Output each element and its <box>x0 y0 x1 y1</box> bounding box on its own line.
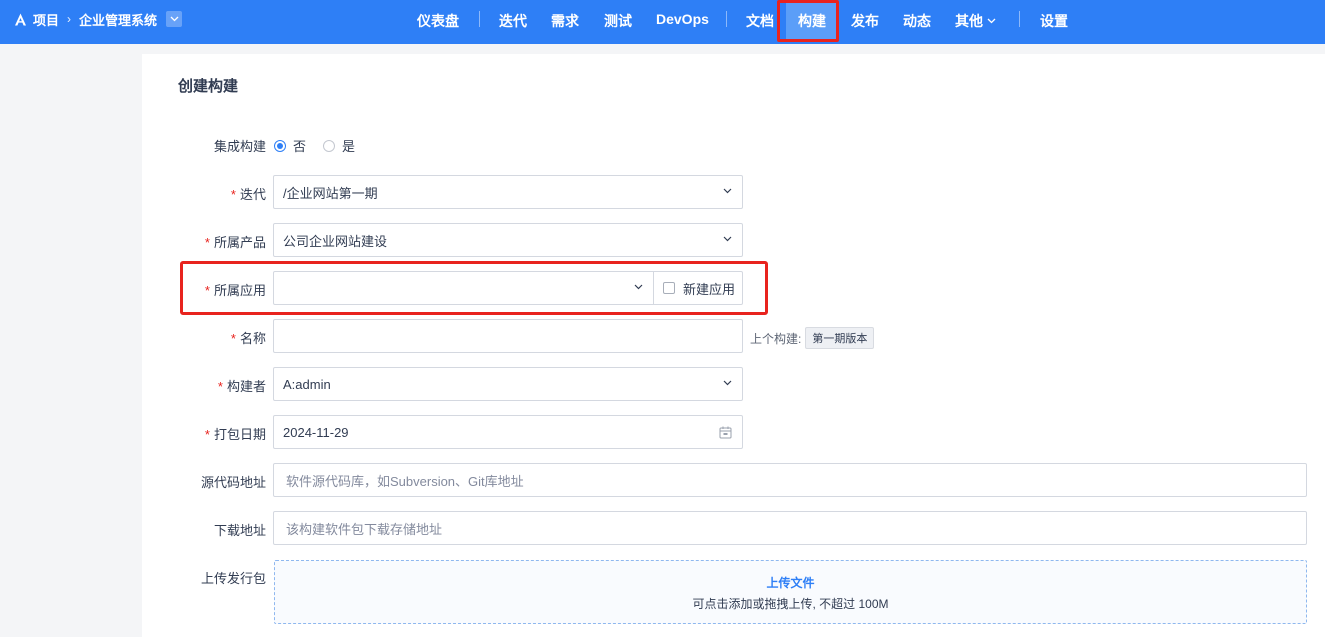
builder-select[interactable]: A:admin <box>273 367 743 401</box>
chevron-down-icon <box>723 236 732 242</box>
iteration-value: /企业网站第一期 <box>283 185 378 201</box>
upload-title[interactable]: 上传文件 <box>275 574 1306 591</box>
create-build-panel: 创建构建 集成构建 否 是 * 迭代 /企业网站第一期 * 所属产品 公司企业网站建… <box>142 54 1325 637</box>
previous-build-tag[interactable]: 第一期版本 <box>805 327 875 349</box>
previous-build-hint: 上个构建: 第一期版本 <box>750 327 875 349</box>
chevron-down-icon <box>723 188 732 194</box>
download-placeholder: 该构建软件包下载存储地址 <box>286 521 443 537</box>
project-link[interactable]: 项目 <box>33 10 59 29</box>
nav-requirements[interactable]: 需求 <box>551 11 579 31</box>
upload-desc: 可点击添加或拖拽上传, 不超过 100M <box>692 597 889 611</box>
system-switch-button[interactable] <box>166 11 183 27</box>
iteration-select[interactable]: /企业网站第一期 <box>273 175 743 209</box>
builder-label: * 构建者 <box>217 379 266 394</box>
nav-dashboard[interactable]: 仪表盘 <box>417 11 459 31</box>
download-input[interactable]: 该构建软件包下载存储地址 <box>273 511 1307 545</box>
upload-label: 上传发行包 <box>200 571 266 586</box>
nav-release[interactable]: 发布 <box>851 11 879 31</box>
nav-divider <box>1019 11 1020 27</box>
nav-devops[interactable]: DevOps <box>656 11 709 27</box>
product-select[interactable]: 公司企业网站建设 <box>273 223 743 257</box>
previous-build-label: 上个构建: <box>750 331 802 346</box>
nav-divider <box>479 11 480 27</box>
source-label: 源代码地址 <box>200 475 266 490</box>
chevron-down-icon <box>987 18 996 24</box>
product-label: * 所属产品 <box>204 235 266 250</box>
nav-highlight-box <box>777 0 839 42</box>
nav-iteration[interactable]: 迭代 <box>499 11 527 31</box>
system-name[interactable]: 企业管理系统 <box>79 10 157 29</box>
project-breadcrumb: 项目 › 企业管理系统 <box>14 0 183 38</box>
nav-activity[interactable]: 动态 <box>903 11 931 31</box>
app-highlight-box <box>180 261 768 315</box>
radio-yes-label: 是 <box>342 139 356 154</box>
radio-yes-dot[interactable] <box>323 139 335 152</box>
date-label: * 打包日期 <box>204 427 266 442</box>
upload-dropzone[interactable]: 上传文件 可点击添加或拖拽上传, 不超过 100M <box>274 560 1307 624</box>
iteration-label: * 迭代 <box>230 187 266 202</box>
product-value: 公司企业网站建设 <box>283 233 388 249</box>
nav-more-label: 其他 <box>955 13 983 29</box>
nav-more[interactable]: 其他 <box>955 11 996 31</box>
nav-divider <box>726 11 727 27</box>
date-input[interactable]: 2024-11-29 <box>273 415 743 449</box>
top-navbar: 项目 › 企业管理系统 仪表盘 迭代 需求 测试 DevOps 文档 构建 发布… <box>0 0 1325 44</box>
chevron-down-icon <box>723 380 732 386</box>
integrated-build-label: 集成构建 <box>213 139 266 154</box>
download-label: 下载地址 <box>213 523 266 538</box>
source-placeholder: 软件源代码库，如Subversion、Git库地址 <box>286 473 524 489</box>
source-input[interactable]: 软件源代码库，如Subversion、Git库地址 <box>273 463 1307 497</box>
nav-settings[interactable]: 设置 <box>1040 11 1068 31</box>
radio-no-label: 否 <box>293 139 307 154</box>
radio-no-dot[interactable] <box>274 139 286 152</box>
calendar-icon[interactable] <box>719 426 732 439</box>
date-value: 2024-11-29 <box>283 424 349 440</box>
chevron-down-icon <box>170 16 178 22</box>
app-logo-icon <box>15 13 26 25</box>
radio-yes[interactable]: 是 <box>323 136 355 155</box>
page-title: 创建构建 <box>178 78 239 95</box>
chevron-right-icon: › <box>67 12 72 26</box>
nav-testing[interactable]: 测试 <box>604 11 632 31</box>
name-input[interactable] <box>273 319 743 353</box>
radio-no[interactable]: 否 <box>274 136 306 155</box>
builder-value: A:admin <box>283 376 331 392</box>
nav-docs[interactable]: 文档 <box>746 11 774 31</box>
name-label: * 名称 <box>230 331 266 346</box>
